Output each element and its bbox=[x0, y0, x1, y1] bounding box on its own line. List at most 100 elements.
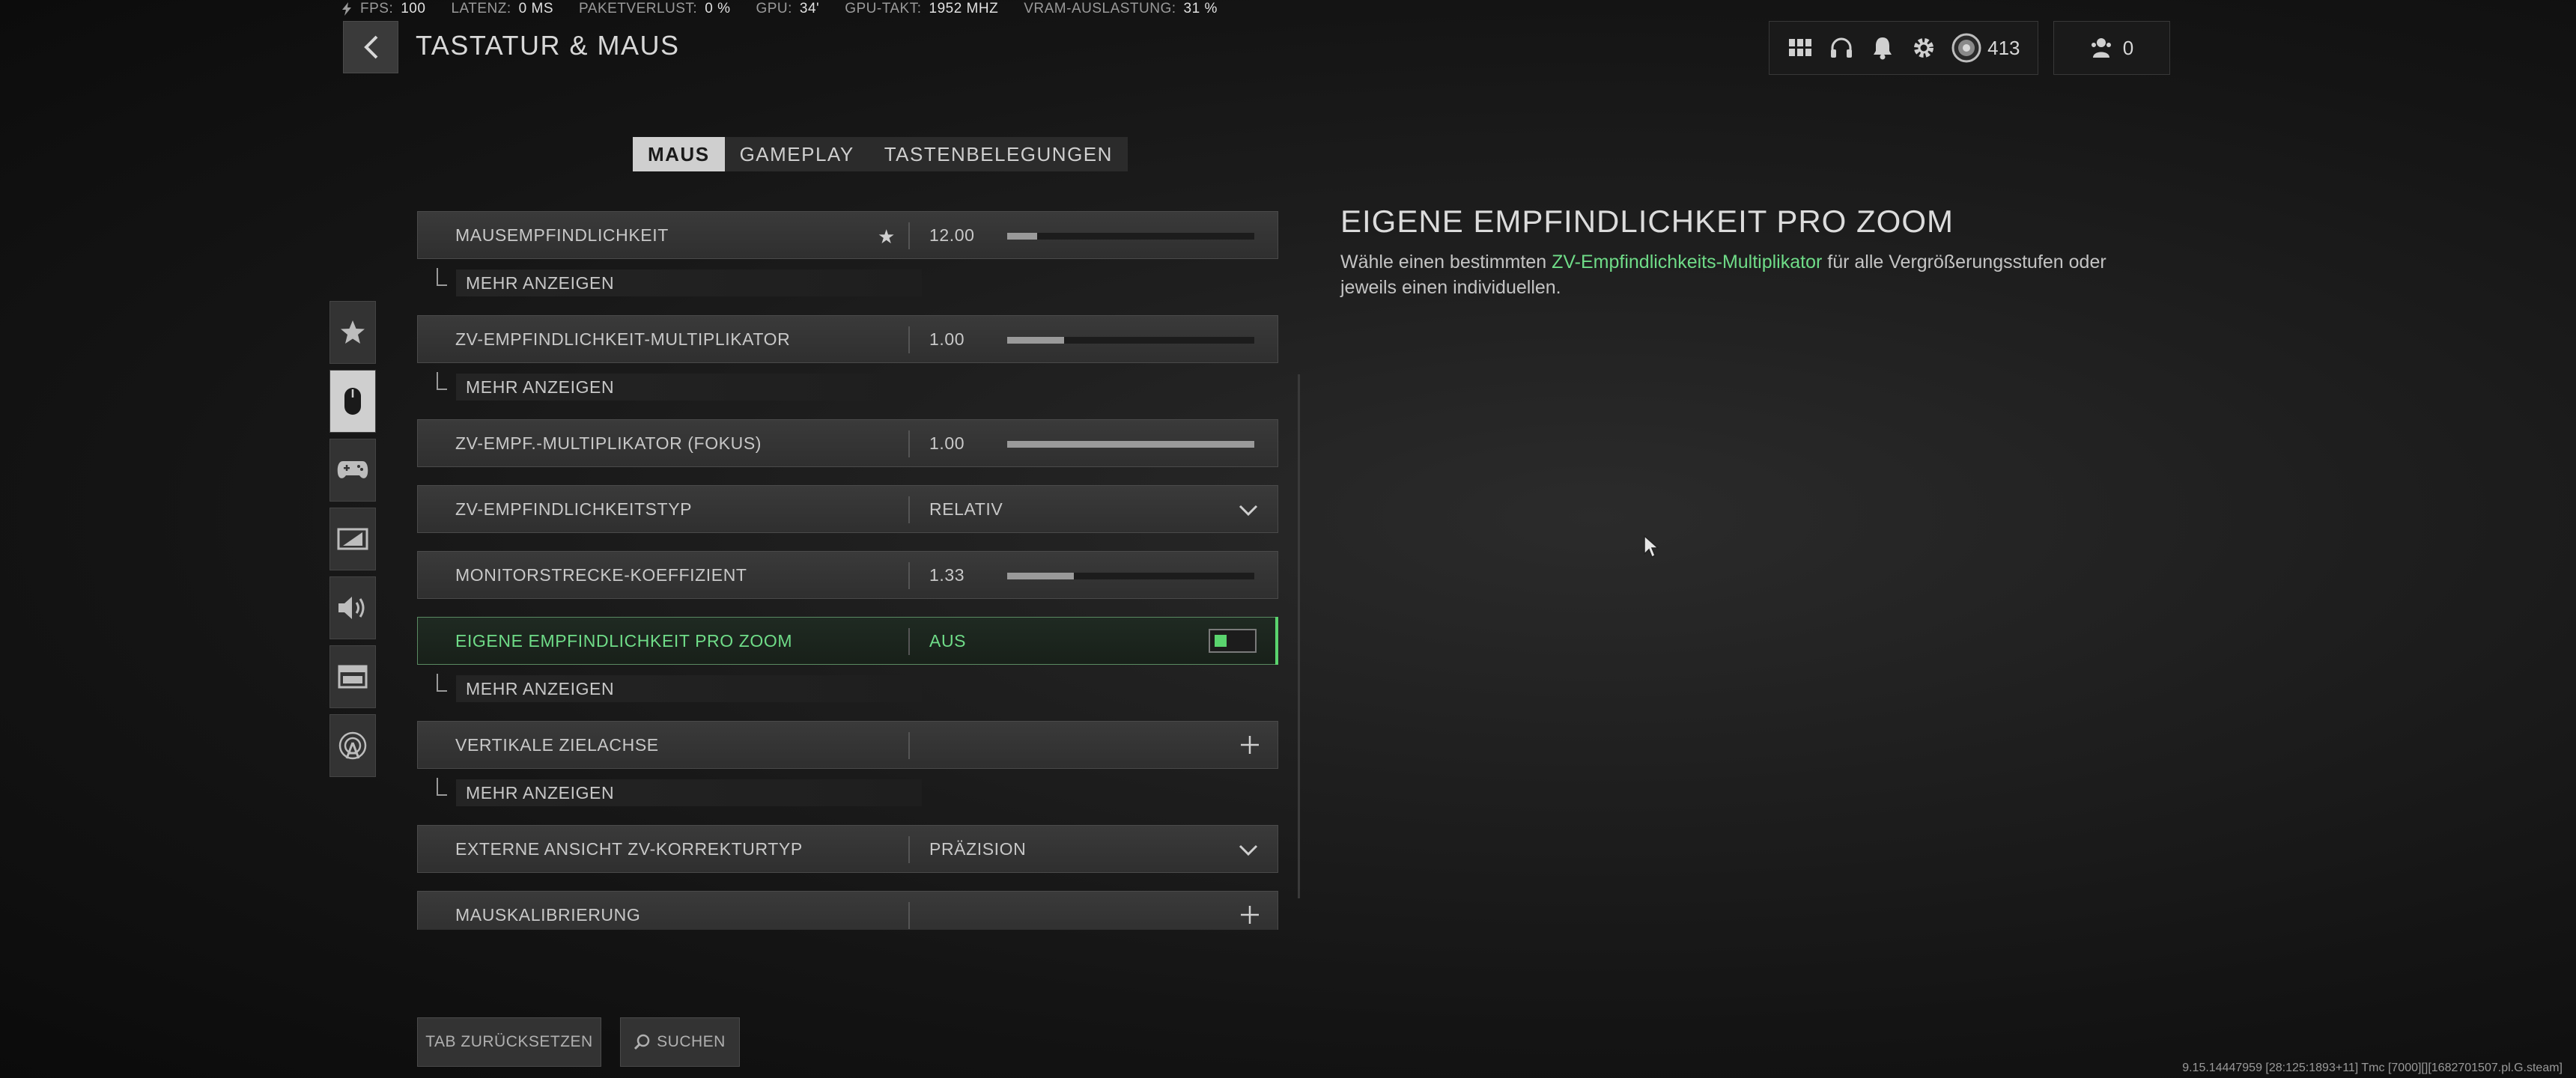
row-divider bbox=[908, 628, 910, 655]
setting-label: EIGENE EMPFINDLICHKEIT PRO ZOOM bbox=[455, 630, 793, 651]
slider-fill bbox=[1007, 337, 1064, 344]
display-icon bbox=[337, 528, 368, 550]
sensitivity-slider[interactable] bbox=[1007, 233, 1254, 240]
gpuclock-label: GPU-TAKT: bbox=[845, 1, 922, 16]
detail-desc-before: Wähle einen bestimmten bbox=[1340, 252, 1552, 272]
setting-label: VERTIKALE ZIELACHSE bbox=[455, 734, 659, 755]
row-divider bbox=[908, 562, 910, 589]
show-more-button[interactable]: MEHR ANZEIGEN bbox=[432, 268, 922, 296]
setting-row-mouse-sensitivity[interactable]: MAUSEMPFINDLICHKEIT ★ 12.00 bbox=[417, 211, 1278, 259]
setting-row-ads-sensitivity-type[interactable]: ZV-EMPFINDLICHKEITSTYP RELATIV bbox=[417, 485, 1278, 533]
gpuclock-value: 1952 MHZ bbox=[929, 1, 999, 16]
gamepad-icon bbox=[337, 461, 368, 478]
setting-value: PRÄZISION bbox=[929, 838, 1027, 859]
sidebar-item-interface[interactable] bbox=[329, 645, 376, 708]
fps-label: FPS: bbox=[360, 1, 394, 16]
setting-label: ZV-EMPF.-MULTIPLIKATOR (FOKUS) bbox=[455, 433, 762, 453]
friends-icon bbox=[2091, 38, 2111, 58]
sidebar-item-favorites[interactable] bbox=[329, 301, 376, 364]
setting-value: 1.00 bbox=[929, 329, 965, 349]
vram-label: VRAM-AUSLASTUNG: bbox=[1024, 1, 1176, 16]
setting-value: RELATIV bbox=[929, 499, 1003, 519]
currency-emblem-icon bbox=[1951, 33, 1981, 63]
star-icon bbox=[341, 320, 365, 344]
selection-accent bbox=[1275, 617, 1278, 665]
category-sidebar bbox=[329, 301, 376, 783]
latency-label: LATENZ: bbox=[451, 1, 511, 16]
show-more-button[interactable]: MEHR ANZEIGEN bbox=[432, 674, 922, 702]
setting-row-vertical-aim-axis[interactable]: VERTIKALE ZIELACHSE bbox=[417, 721, 1278, 769]
setting-label: ZV-EMPFINDLICHKEIT-MULTIPLIKATOR bbox=[455, 329, 791, 349]
sidebar-item-network[interactable] bbox=[329, 714, 376, 777]
settings-list: MAUSEMPFINDLICHKEIT ★ 12.00 MEHR ANZEIGE… bbox=[417, 211, 1278, 930]
reset-tab-button[interactable]: TAB ZURÜCKSETZEN bbox=[417, 1017, 601, 1067]
friends-count: 0 bbox=[2122, 36, 2134, 59]
grid-menu-icon[interactable] bbox=[1787, 34, 1814, 61]
monitor-distance-slider[interactable] bbox=[1007, 573, 1254, 579]
setting-label: MAUSEMPFINDLICHKEIT bbox=[455, 225, 669, 245]
setting-value: 1.00 bbox=[929, 433, 965, 453]
row-divider bbox=[908, 836, 910, 863]
friends-button[interactable]: 0 bbox=[2053, 21, 2170, 75]
back-button[interactable] bbox=[343, 21, 398, 73]
gear-icon[interactable] bbox=[1910, 34, 1937, 61]
show-more-label: MEHR ANZEIGEN bbox=[466, 272, 615, 293]
tree-elbow bbox=[437, 674, 447, 692]
fps-value: 100 bbox=[401, 1, 426, 16]
bell-icon[interactable] bbox=[1869, 34, 1896, 61]
setting-row-monitor-distance[interactable]: MONITORSTRECKE-KOEFFIZIENT 1.33 bbox=[417, 551, 1278, 599]
zoom-sensitivity-toggle[interactable] bbox=[1209, 629, 1257, 653]
mouse-cursor-icon bbox=[1644, 535, 1659, 558]
row-divider bbox=[908, 732, 910, 759]
plus-icon bbox=[1241, 736, 1259, 754]
setting-value: 1.33 bbox=[929, 564, 965, 585]
performance-stats: FPS: 100 LATENZ: 0 MS PAKETVERLUST: 0 % … bbox=[341, 0, 1236, 18]
setting-row-ads-multiplier[interactable]: ZV-EMPFINDLICHKEIT-MULTIPLIKATOR 1.00 bbox=[417, 315, 1278, 363]
setting-row-mouse-calibration[interactable]: MAUSKALIBRIERUNG bbox=[417, 891, 1278, 930]
speaker-icon bbox=[338, 597, 365, 619]
sidebar-item-graphics[interactable] bbox=[329, 508, 376, 570]
setting-row-custom-zoom-sensitivity[interactable]: EIGENE EMPFINDLICHKEIT PRO ZOOM AUS bbox=[417, 617, 1278, 665]
tree-elbow bbox=[437, 372, 447, 390]
tab-maus[interactable]: MAUS bbox=[633, 137, 725, 171]
search-button[interactable]: SUCHEN bbox=[620, 1017, 740, 1067]
focus-multiplier-slider[interactable] bbox=[1007, 441, 1254, 448]
ads-multiplier-slider[interactable] bbox=[1007, 337, 1254, 344]
show-more-button[interactable]: MEHR ANZEIGEN bbox=[432, 778, 922, 806]
tab-tastenbelegungen[interactable]: TASTENBELEGUNGEN bbox=[869, 137, 1128, 171]
sidebar-item-mouse[interactable] bbox=[329, 370, 376, 433]
currency-display[interactable]: 413 bbox=[1951, 33, 2020, 63]
show-more-button[interactable]: MEHR ANZEIGEN bbox=[432, 372, 922, 401]
row-divider bbox=[908, 326, 910, 353]
tree-elbow bbox=[437, 268, 447, 286]
search-icon bbox=[634, 1034, 650, 1050]
setting-label: MONITORSTRECKE-KOEFFIZIENT bbox=[455, 564, 747, 585]
interface-icon bbox=[338, 665, 368, 689]
build-info: 9.15.14447959 [28:125:1893+11] Tmc [7000… bbox=[2182, 1062, 2563, 1074]
setting-row-third-person-ads-type[interactable]: EXTERNE ANSICHT ZV-KORREKTURTYP PRÄZISIO… bbox=[417, 825, 1278, 873]
detail-description: Wähle einen bestimmten ZV-Empfindlichkei… bbox=[1340, 249, 2164, 300]
gpu-label: GPU: bbox=[756, 1, 792, 16]
settings-tabs: MAUS GAMEPLAY TASTENBELEGUNGEN bbox=[633, 137, 1128, 171]
sidebar-item-audio[interactable] bbox=[329, 576, 376, 639]
tab-gameplay[interactable]: GAMEPLAY bbox=[725, 137, 869, 171]
sidebar-item-controller[interactable] bbox=[329, 439, 376, 502]
row-divider bbox=[908, 496, 910, 523]
top-right-toolbar: 413 bbox=[1769, 21, 2038, 75]
slider-fill bbox=[1007, 441, 1254, 448]
page-title: TASTATUR & MAUS bbox=[416, 30, 680, 61]
row-divider bbox=[908, 430, 910, 457]
row-divider bbox=[908, 222, 910, 249]
setting-label: EXTERNE ANSICHT ZV-KORREKTURTYP bbox=[455, 838, 803, 859]
packetloss-label: PAKETVERLUST: bbox=[579, 1, 698, 16]
lightning-icon bbox=[342, 2, 351, 16]
plus-icon bbox=[1241, 906, 1259, 924]
setting-value: 12.00 bbox=[929, 225, 975, 245]
network-icon bbox=[338, 731, 367, 760]
headset-icon[interactable] bbox=[1828, 34, 1855, 61]
setting-value: AUS bbox=[929, 630, 967, 651]
settings-scrollbar[interactable] bbox=[1298, 374, 1300, 898]
setting-row-ads-multiplier-focus[interactable]: ZV-EMPF.-MULTIPLIKATOR (FOKUS) 1.00 bbox=[417, 419, 1278, 467]
favorite-star-icon[interactable]: ★ bbox=[878, 225, 895, 249]
chevron-down-icon bbox=[1239, 844, 1258, 856]
